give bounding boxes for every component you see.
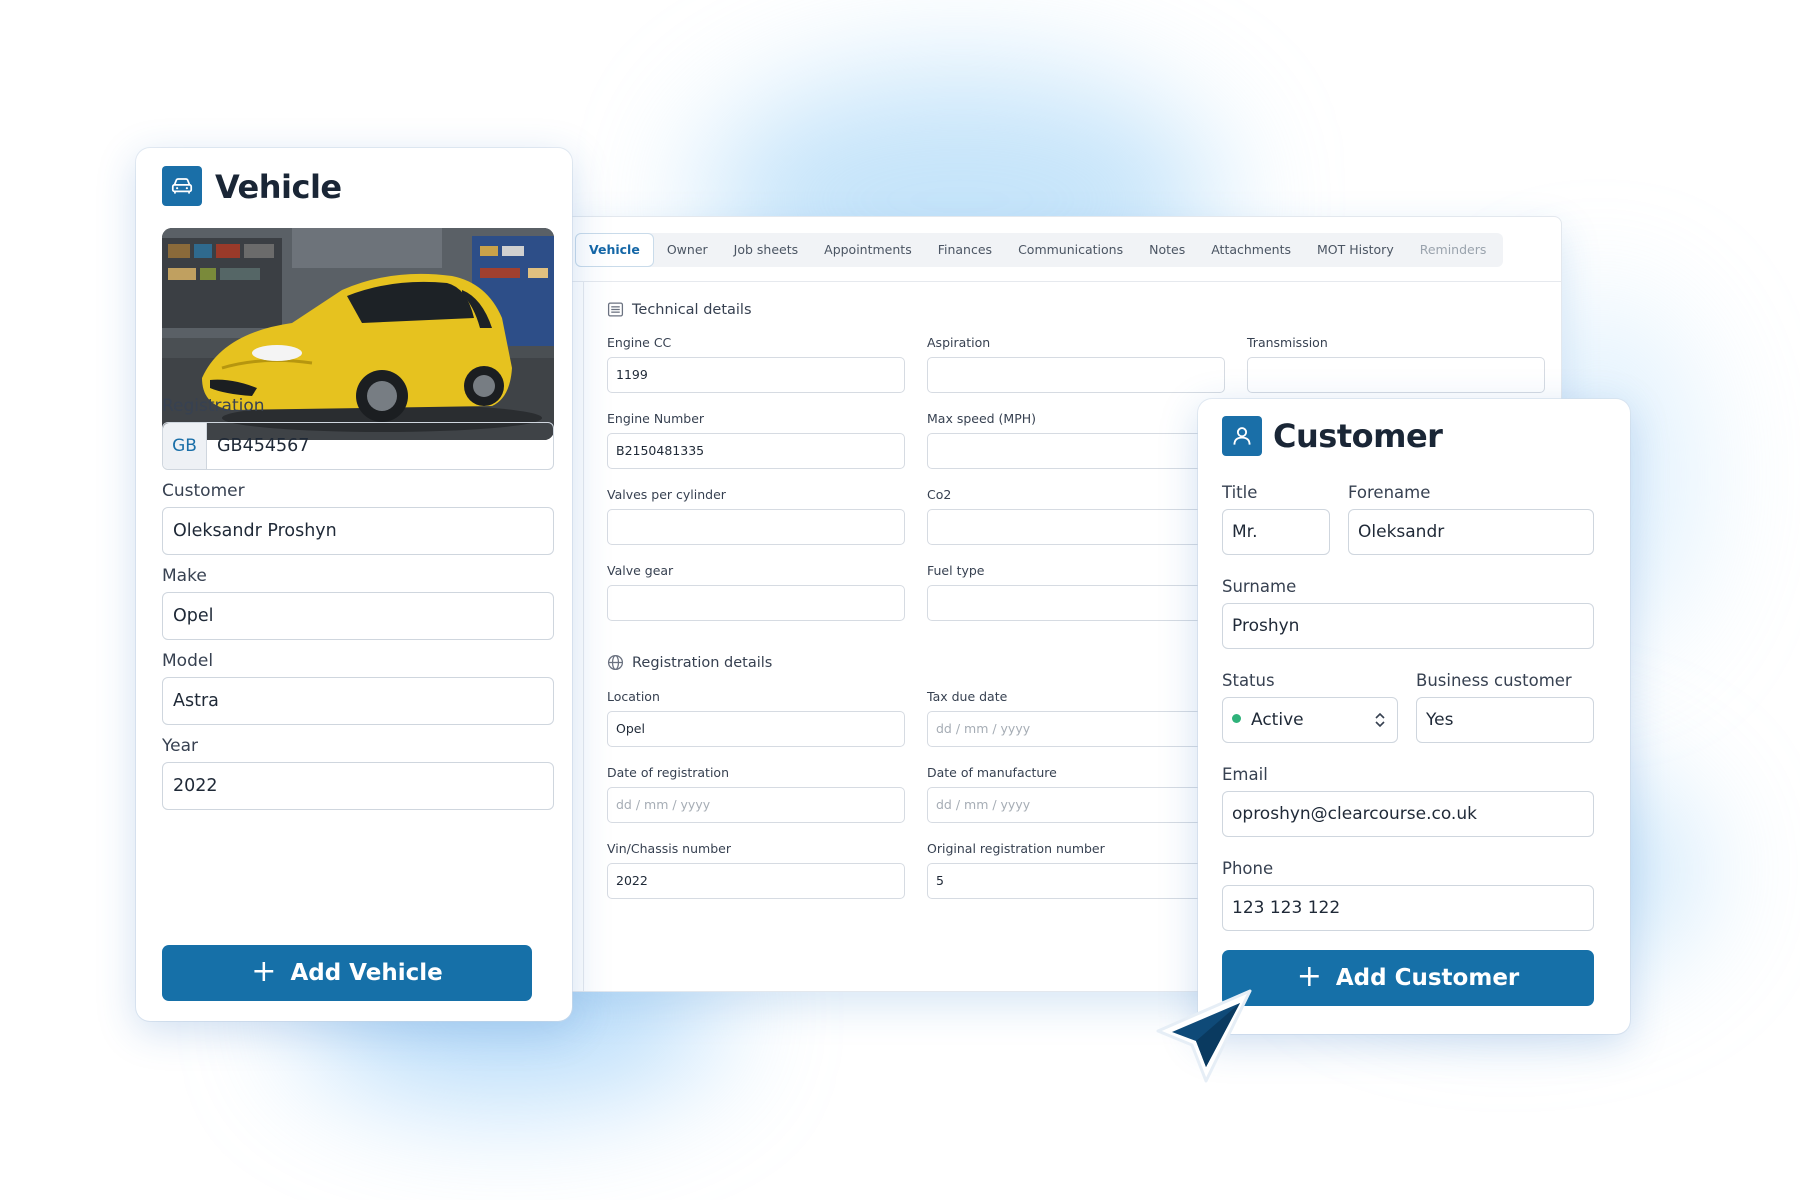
tax-due-date-label: Tax due date — [927, 689, 1008, 704]
add-vehicle-label: Add Vehicle — [290, 960, 443, 986]
valves-per-cylinder-label: Valves per cylinder — [607, 487, 726, 502]
business-customer-label: Business customer — [1416, 671, 1572, 690]
add-vehicle-button[interactable]: + Add Vehicle — [162, 945, 532, 1001]
title-input[interactable]: Mr. — [1222, 509, 1330, 555]
registration-value: GB454567 — [217, 436, 310, 456]
customer-card: Customer Title Mr. Forename Oleksandr Su… — [1198, 399, 1630, 1034]
divider — [561, 281, 1561, 282]
phone-input[interactable]: 123 123 122 — [1222, 885, 1594, 931]
registration-input[interactable]: GB GB454567 — [162, 422, 554, 470]
make-input[interactable]: Opel — [162, 592, 554, 640]
globe-icon — [607, 654, 624, 671]
aspiration-input[interactable] — [927, 357, 1225, 393]
vin-chassis-input[interactable]: 2022 — [607, 863, 905, 899]
title-label: Title — [1222, 483, 1258, 502]
original-registration-input[interactable]: 5 — [927, 863, 1225, 899]
model-label: Model — [162, 651, 214, 671]
original-registration-label: Original registration number — [927, 841, 1105, 856]
aspiration-label: Aspiration — [927, 335, 991, 350]
engine-number-label: Engine Number — [607, 411, 705, 426]
email-input[interactable]: oproshyn@clearcourse.co.uk — [1222, 791, 1594, 837]
plus-icon: + — [1296, 959, 1322, 994]
tab-mot-history[interactable]: MOT History — [1304, 233, 1407, 267]
business-customer-input[interactable]: Yes — [1416, 697, 1594, 743]
section-title-text: Technical details — [632, 301, 752, 318]
transmission-label: Transmission — [1247, 335, 1328, 350]
stage: Vehicle Owner Job sheets Appointments Fi… — [0, 0, 1800, 1200]
customer-label: Customer — [162, 481, 245, 501]
add-customer-label: Add Customer — [1335, 965, 1520, 991]
phone-label: Phone — [1222, 859, 1274, 878]
user-icon — [1222, 416, 1262, 456]
divider — [583, 281, 584, 991]
date-of-manufacture-input[interactable]: dd / mm / yyyy — [927, 787, 1225, 823]
transmission-input[interactable] — [1247, 357, 1545, 393]
engine-number-input[interactable]: B2150481335 — [607, 433, 905, 469]
engine-cc-label: Engine CC — [607, 335, 672, 350]
tab-communications[interactable]: Communications — [1005, 233, 1136, 267]
add-customer-button[interactable]: + Add Customer — [1222, 950, 1594, 1006]
valve-gear-input[interactable] — [607, 585, 905, 621]
make-label: Make — [162, 566, 207, 586]
valve-gear-label: Valve gear — [607, 563, 674, 578]
year-label: Year — [162, 736, 198, 756]
co2-label: Co2 — [927, 487, 952, 502]
date-of-registration-label: Date of registration — [607, 765, 729, 780]
plus-icon: + — [251, 954, 277, 989]
valves-per-cylinder-input[interactable] — [607, 509, 905, 545]
tax-due-date-input[interactable]: dd / mm / yyyy — [927, 711, 1225, 747]
surname-input[interactable]: Proshyn — [1222, 603, 1594, 649]
tab-bar: Vehicle Owner Job sheets Appointments Fi… — [575, 233, 1504, 267]
location-input[interactable]: Opel — [607, 711, 905, 747]
country-code-badge: GB — [163, 423, 207, 469]
model-input[interactable]: Astra — [162, 677, 554, 725]
co2-input[interactable] — [927, 509, 1225, 545]
chevron-up-down-icon — [1375, 712, 1385, 728]
date-of-manufacture-label: Date of manufacture — [927, 765, 1057, 780]
email-label: Email — [1222, 765, 1268, 784]
vin-chassis-label: Vin/Chassis number — [607, 841, 731, 856]
status-value: Active — [1251, 710, 1304, 730]
customer-card-title: Customer — [1273, 417, 1443, 455]
fuel-type-input[interactable] — [927, 585, 1225, 621]
location-label: Location — [607, 689, 660, 704]
registration-details-heading: Registration details — [607, 654, 772, 671]
tab-job-sheets[interactable]: Job sheets — [721, 233, 811, 267]
document-icon — [607, 302, 624, 317]
status-label: Status — [1222, 671, 1275, 690]
forename-input[interactable]: Oleksandr — [1348, 509, 1594, 555]
status-select[interactable]: Active — [1222, 697, 1398, 743]
tab-notes[interactable]: Notes — [1136, 233, 1198, 267]
surname-label: Surname — [1222, 577, 1297, 596]
year-input[interactable]: 2022 — [162, 762, 554, 810]
engine-cc-input[interactable]: 1199 — [607, 357, 905, 393]
date-of-registration-input[interactable]: dd / mm / yyyy — [607, 787, 905, 823]
tab-reminders[interactable]: Reminders — [1407, 233, 1500, 267]
car-icon — [162, 166, 202, 206]
max-speed-label: Max speed (MPH) — [927, 411, 1037, 426]
forename-label: Forename — [1348, 483, 1431, 502]
tab-finances[interactable]: Finances — [925, 233, 1005, 267]
tab-owner[interactable]: Owner — [654, 233, 721, 267]
registration-label: Registration — [162, 396, 265, 416]
cursor-arrow-icon — [1156, 989, 1252, 1083]
tab-attachments[interactable]: Attachments — [1198, 233, 1304, 267]
section-title-text: Registration details — [632, 654, 773, 671]
vehicle-card-title: Vehicle — [215, 168, 342, 206]
fuel-type-label: Fuel type — [927, 563, 985, 578]
customer-input[interactable]: Oleksandr Proshyn — [162, 507, 554, 555]
tab-vehicle[interactable]: Vehicle — [575, 233, 654, 267]
status-active-dot — [1232, 714, 1241, 723]
technical-details-heading: Technical details — [607, 301, 752, 318]
vehicle-card: Vehicle Registration GB GB454567 Custome… — [136, 148, 572, 1021]
tab-appointments[interactable]: Appointments — [811, 233, 925, 267]
max-speed-input[interactable] — [927, 433, 1225, 469]
